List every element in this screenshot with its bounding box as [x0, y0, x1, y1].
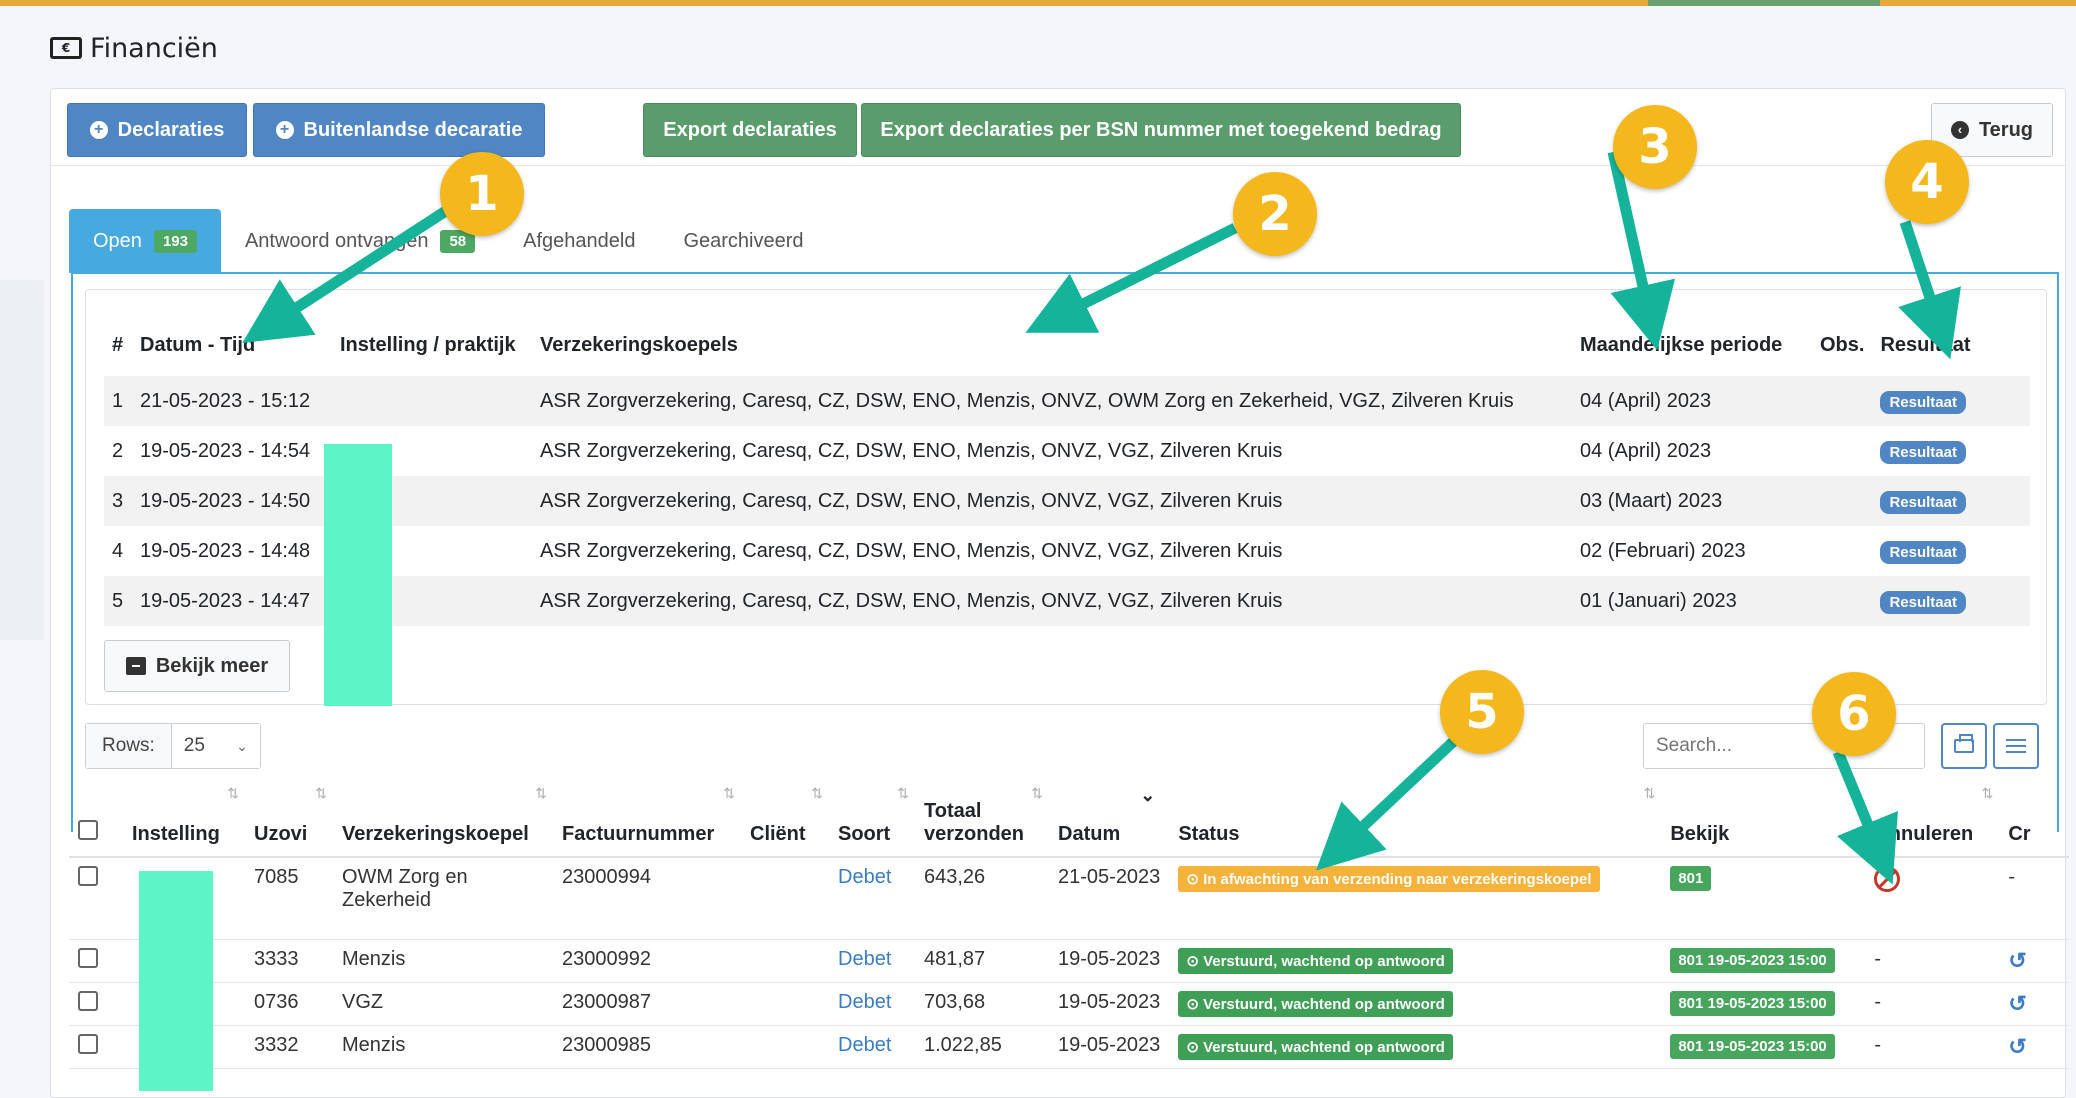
- arrow-6: [1832, 749, 1898, 885]
- annotation-marker-3: 3: [1613, 105, 1697, 189]
- annotation-marker-5: 5: [1440, 670, 1524, 754]
- annotation-marker-2: 2: [1233, 172, 1317, 256]
- arrow-4: [1898, 220, 1961, 360]
- arrow-1: [242, 200, 458, 343]
- annotation-marker-1: 1: [440, 152, 524, 236]
- arrow-2: [1025, 223, 1238, 333]
- annotation-marker-4: 4: [1885, 140, 1969, 224]
- annotation-marker-6: 6: [1812, 672, 1896, 756]
- arrow-5: [1315, 735, 1459, 871]
- annotation-arrows: [242, 150, 1961, 885]
